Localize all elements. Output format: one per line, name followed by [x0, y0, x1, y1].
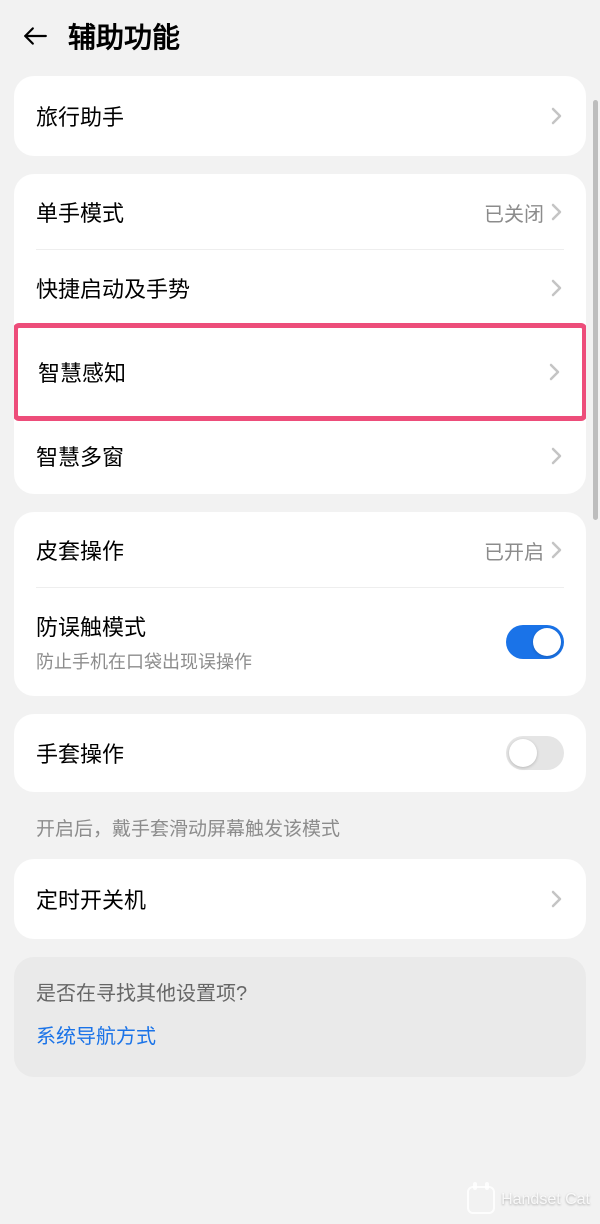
description: 防止手机在口袋出现误操作 [36, 648, 252, 674]
label: 定时开关机 [36, 883, 146, 915]
header: 辅助功能 [0, 0, 600, 76]
chevron-right-icon [550, 444, 564, 468]
row-smart-sense[interactable]: 智慧感知 [18, 328, 582, 416]
row-glove-operation: 手套操作 [14, 714, 586, 792]
glove-hint: 开启后，戴手套滑动屏幕触发该模式 [14, 810, 586, 859]
toggle-mistouch[interactable] [506, 625, 564, 659]
link-system-navigation[interactable]: 系统导航方式 [36, 1020, 564, 1049]
chevron-right-icon [550, 276, 564, 300]
row-one-hand-mode[interactable]: 单手模式 已关闭 [14, 174, 586, 250]
scrollbar[interactable] [593, 100, 598, 520]
chevron-right-icon [550, 200, 564, 224]
chevron-right-icon [550, 887, 564, 911]
chevron-right-icon [548, 360, 562, 384]
content: 旅行助手 单手模式 已关闭 快捷启动及手势 [0, 76, 600, 1077]
back-button[interactable] [20, 21, 50, 51]
row-mistouch-prevention: 防误触模式 防止手机在口袋出现误操作 [14, 588, 586, 696]
label: 单手模式 [36, 196, 124, 228]
label: 防误触模式 [36, 610, 252, 642]
group-travel: 旅行助手 [14, 76, 586, 156]
arrow-left-icon [22, 23, 48, 49]
watermark-text: Handset Cat [501, 1191, 590, 1209]
search-title: 是否在寻找其他设置项? [36, 977, 564, 1006]
toggle-glove[interactable] [506, 736, 564, 770]
value: 已开启 [484, 536, 544, 565]
chevron-right-icon [550, 104, 564, 128]
label: 智慧多窗 [36, 440, 124, 472]
row-cover-operation[interactable]: 皮套操作 已开启 [14, 512, 586, 588]
chevron-right-icon [550, 538, 564, 562]
search-other-settings: 是否在寻找其他设置项? 系统导航方式 [14, 957, 586, 1077]
label: 皮套操作 [36, 534, 124, 566]
label: 手套操作 [36, 737, 124, 769]
group-gestures: 单手模式 已关闭 快捷启动及手势 智慧感知 [14, 174, 586, 494]
label: 智慧感知 [38, 356, 126, 388]
label: 旅行助手 [36, 100, 124, 132]
page-title: 辅助功能 [68, 16, 180, 56]
row-quick-gestures[interactable]: 快捷启动及手势 [14, 250, 586, 326]
row-scheduled-power[interactable]: 定时开关机 [14, 859, 586, 939]
watermark: Handset Cat [467, 1186, 590, 1214]
label: 快捷启动及手势 [36, 272, 190, 304]
value: 已关闭 [484, 198, 544, 227]
row-smart-multiwindow[interactable]: 智慧多窗 [14, 418, 586, 494]
group-schedule: 定时开关机 [14, 859, 586, 939]
highlight-smart-sense: 智慧感知 [14, 323, 586, 421]
group-glove: 手套操作 [14, 714, 586, 792]
row-travel-assistant[interactable]: 旅行助手 [14, 76, 586, 156]
group-cover: 皮套操作 已开启 防误触模式 防止手机在口袋出现误操作 [14, 512, 586, 696]
cat-icon [467, 1186, 495, 1214]
